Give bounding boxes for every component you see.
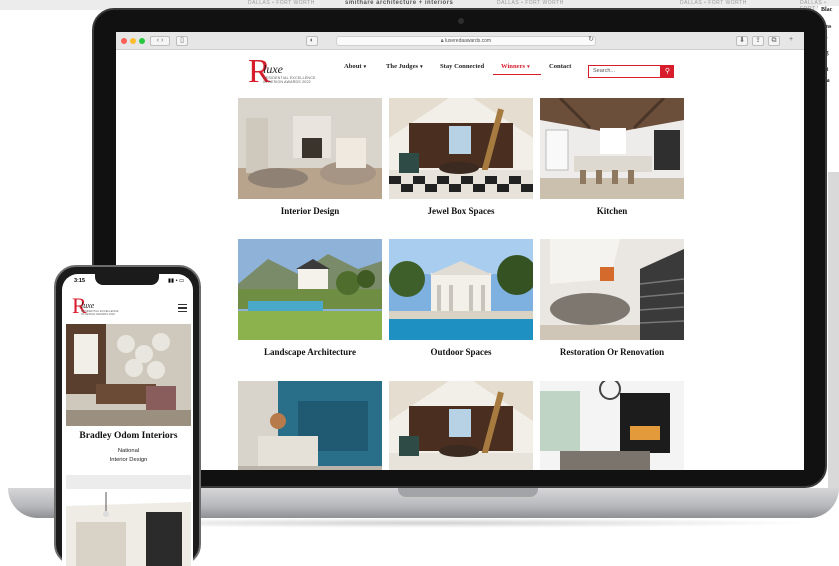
active-nav-underline <box>493 74 541 75</box>
category-image[interactable] <box>238 239 382 340</box>
phone-clock: 3:15 <box>74 278 86 284</box>
category-image[interactable] <box>238 98 382 199</box>
category-caption[interactable]: Restoration Or Renovation <box>540 347 684 357</box>
minimize-window-icon[interactable] <box>130 38 136 44</box>
nav-label: The Judges <box>386 63 419 70</box>
signal-battery-icon: ▮▮ • ▭ <box>168 278 185 284</box>
winner-category: Interior Design <box>109 457 148 463</box>
nav-label: Contact <box>549 63 572 70</box>
site-header: R luxe RESIDENTIAL EXCELLENCE IN DESIGN … <box>116 50 804 98</box>
nav-label: Stay Connected <box>440 63 485 70</box>
search-input[interactable]: Search... <box>588 65 661 78</box>
chevron-down-icon: ▾ <box>527 65 530 70</box>
logo-subtitle: RESIDENTIAL EXCELLENCE IN DESIGN AWARDS … <box>81 309 119 317</box>
category-image[interactable] <box>389 98 533 199</box>
search-icon[interactable]: ⚲ <box>661 65 674 78</box>
hamburger-menu-icon[interactable] <box>178 304 187 313</box>
category-image[interactable] <box>238 381 382 470</box>
bg-text: DALLAS • FORT WORTH <box>497 0 564 6</box>
logo-subtitle-line: IN DESIGN AWARDS 2022 <box>263 80 311 85</box>
address-bar[interactable]: 🔒︎ luxeredaawards.com <box>336 36 596 46</box>
url-text: luxeredaawards.com <box>444 38 492 44</box>
browser-toolbar: ‹ › ▯ ◐ 🔒︎ luxeredaawards.com ↻ ⬇ ⇪ ⧉ + <box>116 32 804 50</box>
logo-subtitle: RESIDENTIAL EXCELLENCE IN DESIGN AWARDS … <box>263 76 316 84</box>
category-card-landscape-architecture[interactable]: Landscape Architecture <box>238 239 382 357</box>
nav-stay-connected[interactable]: Stay Connected <box>440 63 484 70</box>
download-icon[interactable]: ⬇ <box>736 36 748 46</box>
sidebar-icon[interactable]: ▯ <box>176 36 188 46</box>
bg-text: DALLAS • FORT WORTH <box>680 0 747 6</box>
card-separator <box>66 475 191 489</box>
laptop-screen: ‹ › ▯ ◐ 🔒︎ luxeredaawards.com ↻ ⬇ ⇪ ⧉ + … <box>116 32 804 470</box>
logo-word: luxe <box>263 62 283 76</box>
back-forward-button[interactable]: ‹ › <box>150 36 170 46</box>
category-image[interactable] <box>389 239 533 340</box>
category-image[interactable] <box>540 239 684 340</box>
category-card-restoration-or-renovation[interactable]: Restoration Or Renovation <box>540 239 684 357</box>
category-caption[interactable]: Landscape Architecture <box>238 347 382 357</box>
nav-contact[interactable]: Contact <box>549 63 571 70</box>
camera-icon <box>458 18 464 24</box>
share-icon[interactable]: ⇪ <box>752 36 764 46</box>
nav-winners[interactable]: Winners ▾ <box>501 63 530 70</box>
winner-image[interactable] <box>66 324 191 426</box>
category-image[interactable] <box>540 98 684 199</box>
category-card-jewel-box-spaces[interactable]: Jewel Box Spaces <box>389 98 533 216</box>
tabs-icon[interactable]: ⧉ <box>768 36 780 46</box>
category-caption[interactable]: Interior Design <box>238 206 382 216</box>
bg-text: DALLAS • FORT WORTH <box>248 0 315 6</box>
new-tab-icon[interactable]: + <box>786 36 796 46</box>
bg-text: smithare architecture + interiors <box>345 0 454 6</box>
site-logo[interactable]: R luxe RESIDENTIAL EXCELLENCE IN DESIGN … <box>248 55 328 89</box>
winner-level: National <box>117 448 140 454</box>
category-card-outdoor-spaces[interactable]: Outdoor Spaces <box>389 239 533 357</box>
category-card[interactable] <box>389 381 533 470</box>
nav-label: Winners <box>501 63 526 70</box>
category-image[interactable] <box>540 381 684 470</box>
site-logo-mobile[interactable]: R luxe RESIDENTIAL EXCELLENCE IN DESIGN … <box>72 295 132 320</box>
category-caption[interactable]: Kitchen <box>540 206 684 216</box>
category-card-interior-design[interactable]: Interior Design <box>238 98 382 216</box>
reload-icon[interactable]: ↻ <box>586 36 596 46</box>
laptop-notch <box>398 488 538 497</box>
category-image[interactable] <box>389 381 533 470</box>
privacy-shield-icon[interactable]: ◐ <box>306 36 318 46</box>
zoom-window-icon[interactable] <box>139 38 145 44</box>
nav-the-judges[interactable]: The Judges ▾ <box>386 63 423 70</box>
chevron-down-icon: ▾ <box>363 65 367 70</box>
category-caption[interactable]: Outdoor Spaces <box>389 347 533 357</box>
category-card[interactable] <box>238 381 382 470</box>
winner-name[interactable]: Bradley Odom Interiors <box>66 431 191 441</box>
bg-text: Blac <box>821 7 833 13</box>
chevron-down-icon: ▾ <box>420 65 423 70</box>
category-card-kitchen[interactable]: Kitchen <box>540 98 684 216</box>
nav-label: About <box>344 63 362 70</box>
nav-about[interactable]: About ▾ <box>344 63 366 70</box>
winner-image[interactable] <box>66 492 191 566</box>
background-panel <box>828 172 839 492</box>
close-window-icon[interactable] <box>121 38 127 44</box>
category-card[interactable] <box>540 381 684 470</box>
category-caption[interactable]: Jewel Box Spaces <box>389 206 533 216</box>
phone-notch <box>95 273 159 285</box>
logo-subtitle-line: IN DESIGN AWARDS 2022 <box>81 312 115 317</box>
